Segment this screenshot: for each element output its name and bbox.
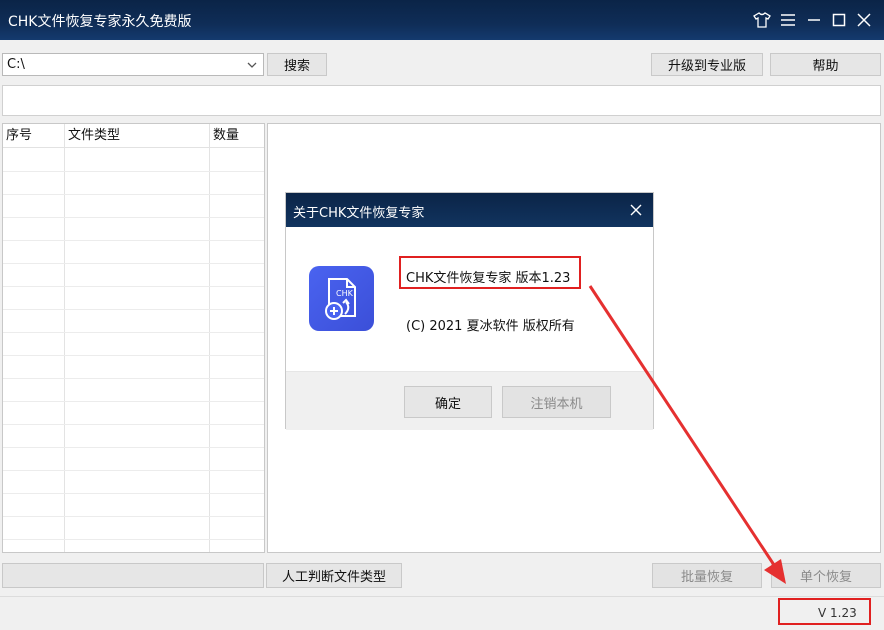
annotation-arrow	[588, 285, 786, 584]
